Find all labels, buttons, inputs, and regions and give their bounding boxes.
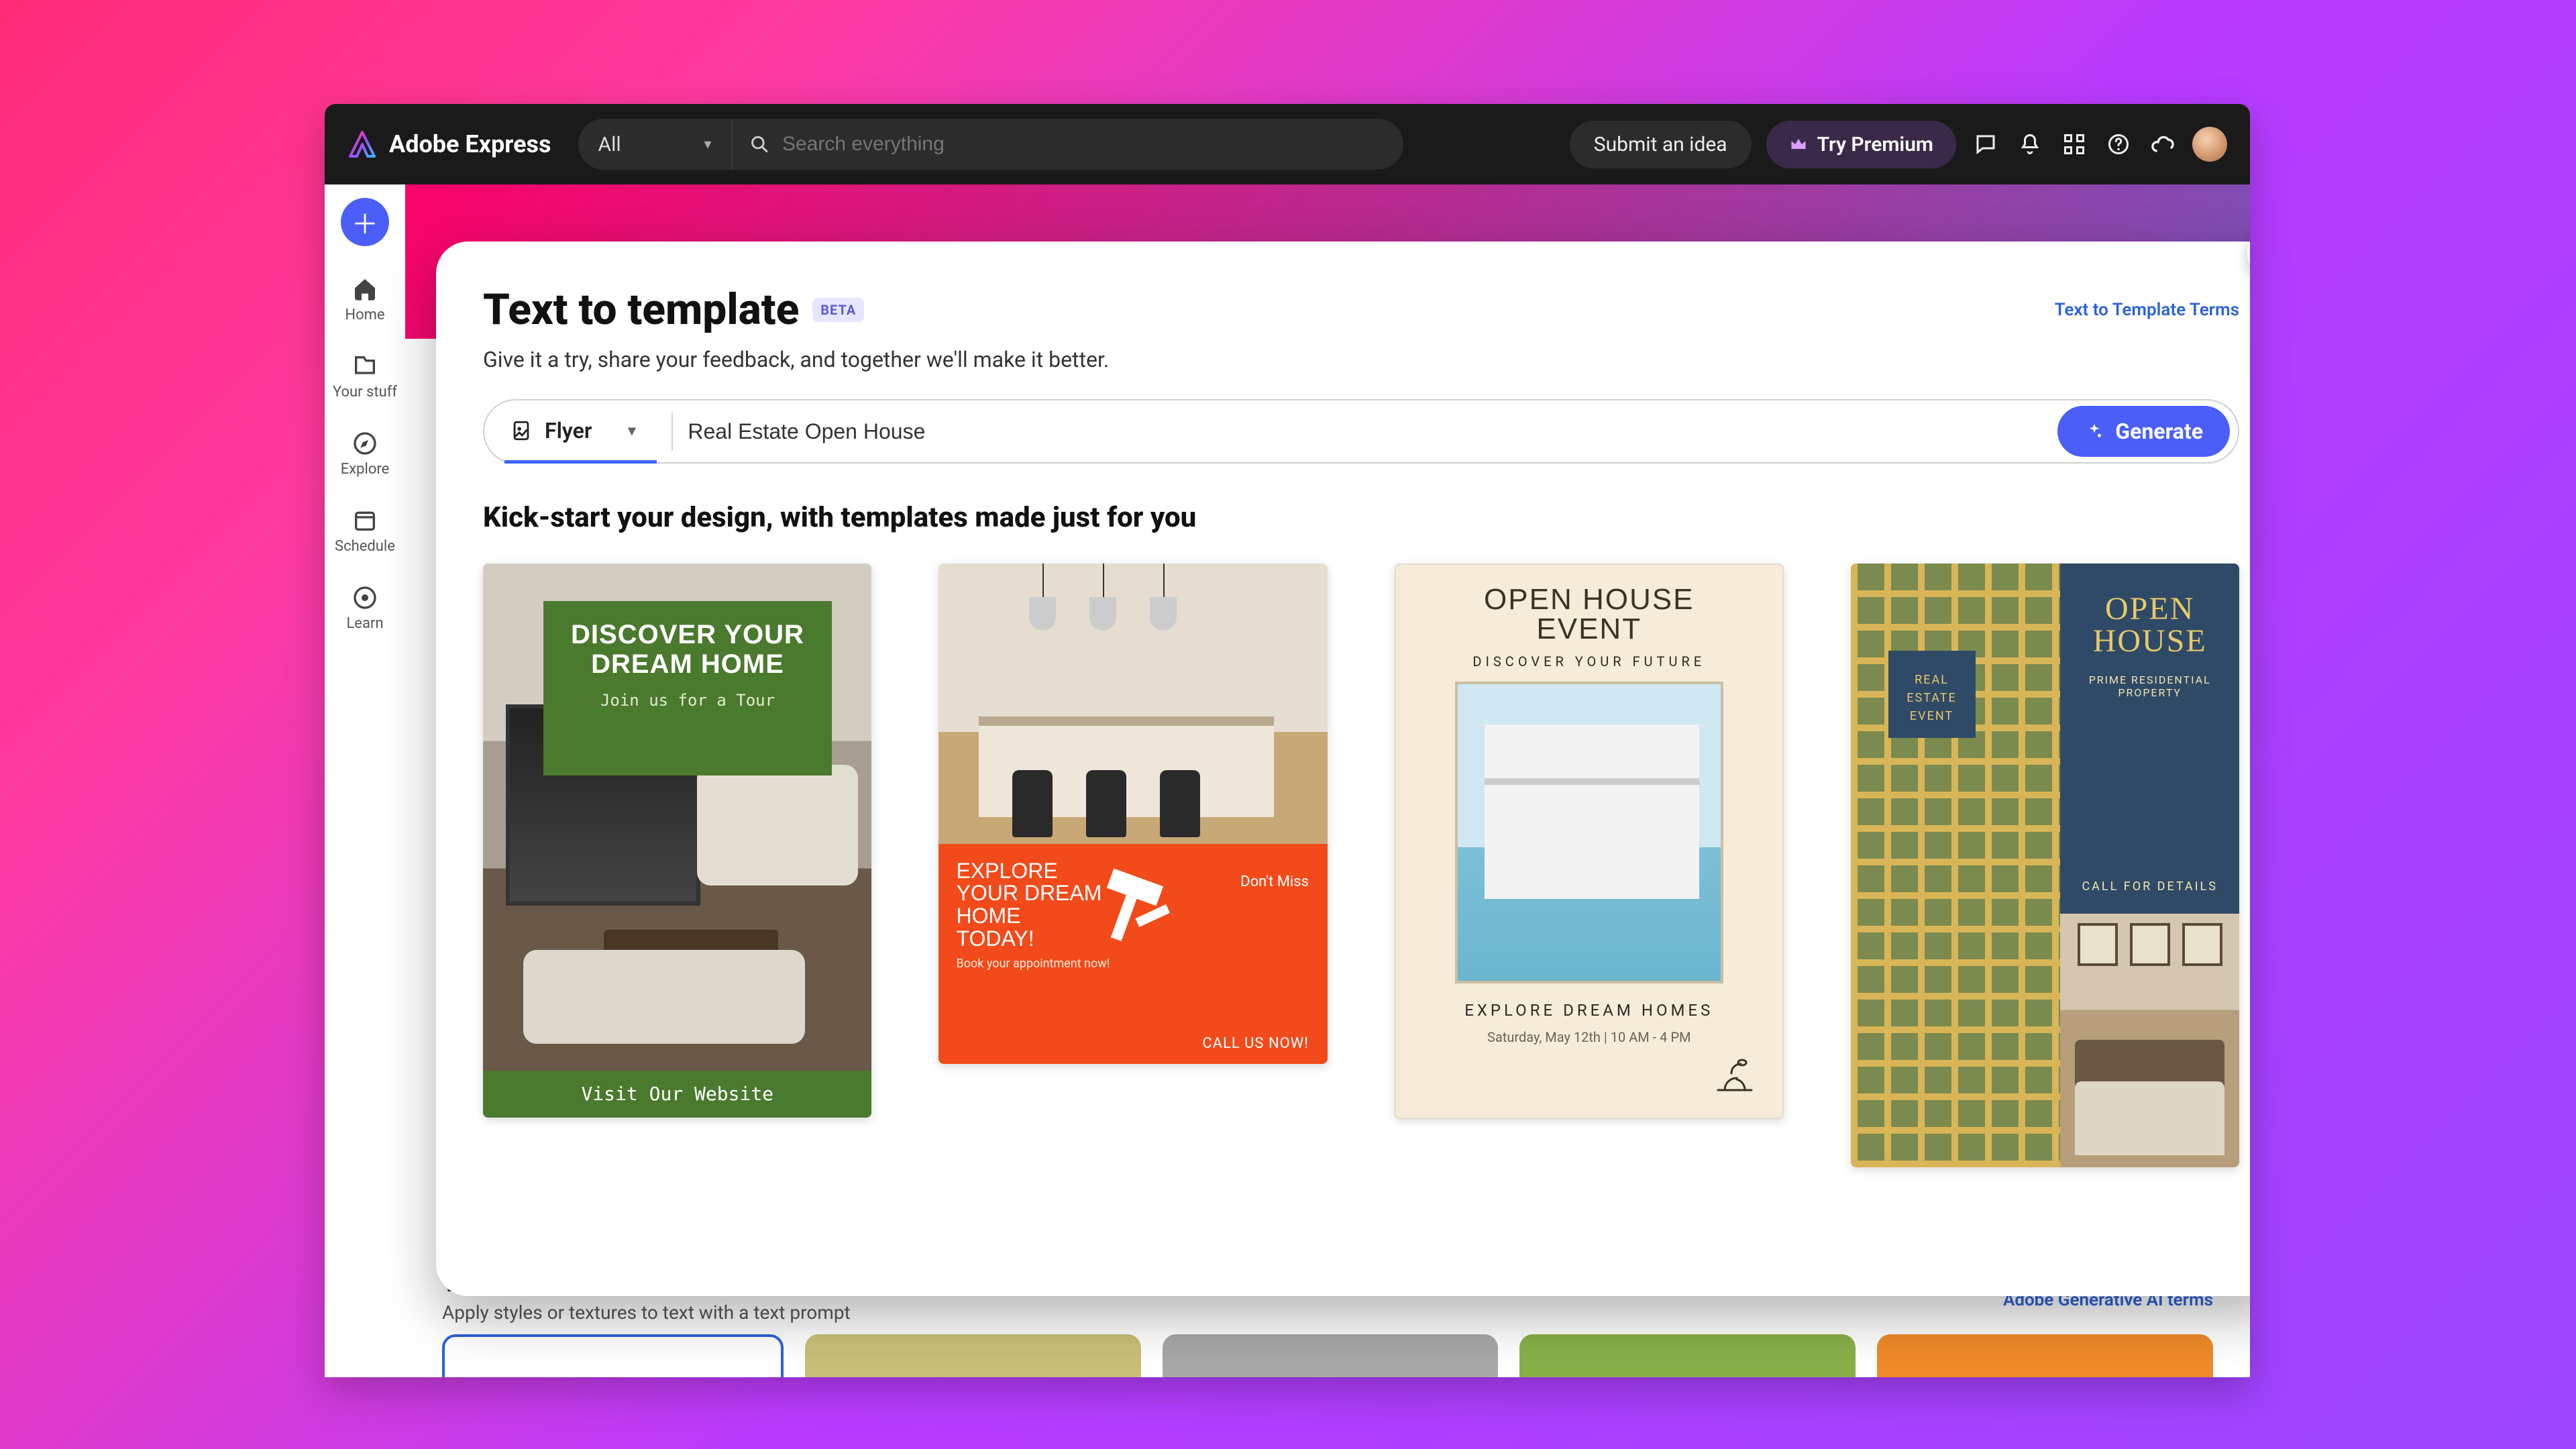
create-button[interactable]: ＋ — [341, 198, 389, 246]
effect-chips — [442, 1334, 2213, 1377]
generate-label: Generate — [2115, 419, 2203, 444]
card-top: OPEN HOUSE PRIME RESIDENTIAL PROPERTY CA… — [2060, 564, 2239, 914]
card-badge: REAL ESTATE EVENT — [1888, 651, 1976, 738]
apps-grid-icon[interactable] — [2059, 129, 2089, 159]
effect-chip[interactable] — [1519, 1334, 1856, 1377]
chevron-down-icon: ▾ — [704, 136, 711, 153]
rail-item-learn[interactable]: Learn — [325, 584, 405, 632]
card-dont-miss: Don't Miss — [1240, 873, 1309, 890]
rail-label: Home — [345, 307, 384, 323]
card-call: CALL US NOW! — [1202, 1035, 1309, 1052]
rail-item-explore[interactable]: Explore — [325, 430, 405, 478]
try-premium-button[interactable]: Try Premium — [1766, 121, 1956, 168]
card-sub: Book your appointment now! — [956, 957, 1309, 971]
open-line: HOUSE — [2093, 623, 2207, 659]
template-type-label: Flyer — [545, 418, 592, 443]
terms-link[interactable]: Text to Template Terms — [2055, 300, 2239, 320]
card-title-a: OPEN HOUSE — [1484, 583, 1694, 616]
beta-badge: BETA — [812, 298, 864, 322]
prompt-input[interactable] — [688, 419, 2057, 444]
template-card[interactable]: EXPLORE YOUR DREAM HOME TODAY! Book your… — [938, 564, 1327, 1064]
try-premium-label: Try Premium — [1817, 133, 1933, 156]
search-field[interactable] — [733, 133, 1403, 156]
rail-item-schedule[interactable]: Schedule — [325, 507, 405, 555]
search-icon — [750, 134, 769, 154]
left-rail: ＋ Home Your stuff Explore Schedule — [325, 184, 405, 1377]
effect-chip[interactable] — [1877, 1334, 2213, 1377]
badge-line: ESTATE — [1907, 691, 1957, 705]
rail-label: Schedule — [335, 538, 395, 555]
generate-button[interactable]: Generate — [2057, 406, 2230, 457]
template-card[interactable]: OPEN HOUSE EVENT DISCOVER YOUR FUTURE EX… — [1395, 564, 1784, 1119]
card-sub: Join us for a Tour — [557, 691, 818, 710]
badge-line: EVENT — [1910, 709, 1953, 723]
text-effects-sub: Apply styles or textures to text with a … — [442, 1301, 2213, 1324]
submit-idea-label: Submit an idea — [1594, 133, 1727, 156]
modal-title: Text to template — [483, 284, 799, 335]
kickstart-heading: Kick-start your design, with templates m… — [483, 501, 2239, 534]
search-bar: All ▾ — [578, 119, 1403, 170]
open-line: OPEN — [2105, 591, 2194, 627]
app-window: Adobe Express All ▾ Submit an idea — [325, 104, 2250, 1377]
avatar[interactable] — [2192, 127, 2227, 162]
card-when: Saturday, May 12th | 10 AM - 4 PM — [1487, 1029, 1690, 1045]
rail-label: Explore — [341, 461, 390, 478]
adobe-logo-icon — [347, 129, 377, 159]
card-image — [1455, 682, 1723, 983]
chevron-down-icon: ▾ — [628, 423, 635, 439]
crown-icon — [1789, 135, 1808, 154]
template-cards: DISCOVER YOUR DREAM HOME Join us for a T… — [483, 564, 2239, 1167]
card-tag: DISCOVER YOUR FUTURE — [1472, 653, 1705, 669]
generate-bar: Flyer ▾ Generate — [483, 399, 2239, 464]
sparkle-icon — [2084, 421, 2104, 441]
card-lower: EXPLORE YOUR DREAM HOME TODAY! Book your… — [938, 844, 1327, 1064]
card-call: CALL FOR DETAILS — [2082, 879, 2218, 894]
search-category-label: All — [598, 133, 621, 156]
plant-icon — [1711, 1053, 1758, 1093]
effect-chip[interactable] — [805, 1334, 1141, 1377]
template-card[interactable]: REAL ESTATE EVENT OPEN HOUSE PRIME RESID… — [1851, 564, 2239, 1167]
cloud-icon[interactable] — [2148, 129, 2178, 159]
topbar: Adobe Express All ▾ Submit an idea — [325, 104, 2250, 184]
card-prime: PRIME RESIDENTIAL PROPERTY — [2071, 674, 2229, 699]
rail-label: Learn — [346, 615, 383, 632]
card-title-b: EVENT — [1536, 612, 1642, 645]
search-input[interactable] — [782, 133, 1386, 156]
flyer-icon — [510, 419, 533, 442]
bell-icon[interactable] — [2015, 129, 2045, 159]
divider — [672, 412, 673, 451]
card-headline: DISCOVER YOUR DREAM HOME — [557, 620, 818, 679]
badge-line: REAL — [1915, 673, 1949, 687]
search-category-dropdown[interactable]: All ▾ — [578, 119, 733, 170]
rail-label: Your stuff — [333, 384, 397, 400]
submit-idea-button[interactable]: Submit an idea — [1570, 121, 1752, 168]
rail-item-your-stuff[interactable]: Your stuff — [325, 353, 405, 400]
effect-chip[interactable] — [1163, 1334, 1499, 1377]
brand-logo[interactable]: Adobe Express — [347, 129, 551, 159]
card-image — [2060, 914, 2239, 1167]
card-banner: DISCOVER YOUR DREAM HOME Join us for a T… — [543, 601, 832, 775]
card-image — [938, 564, 1327, 844]
card-footer: Visit Our Website — [483, 1071, 871, 1118]
brand-name: Adobe Express — [389, 130, 551, 158]
template-type-dropdown[interactable]: Flyer ▾ — [504, 402, 657, 464]
effect-chip[interactable] — [442, 1334, 784, 1377]
template-card[interactable]: DISCOVER YOUR DREAM HOME Join us for a T… — [483, 564, 871, 1118]
text-to-template-modal: Text to template BETA Text to Template T… — [436, 241, 2250, 1296]
card-pattern: REAL ESTATE EVENT — [1851, 564, 2061, 1167]
hammer-icon — [1079, 864, 1173, 958]
modal-subtitle: Give it a try, share your feedback, and … — [483, 347, 2239, 372]
help-icon[interactable] — [2104, 129, 2133, 159]
card-explore: EXPLORE DREAM HOMES — [1464, 1001, 1713, 1020]
comment-icon[interactable] — [1971, 129, 2000, 159]
rail-item-home[interactable]: Home — [325, 276, 405, 323]
